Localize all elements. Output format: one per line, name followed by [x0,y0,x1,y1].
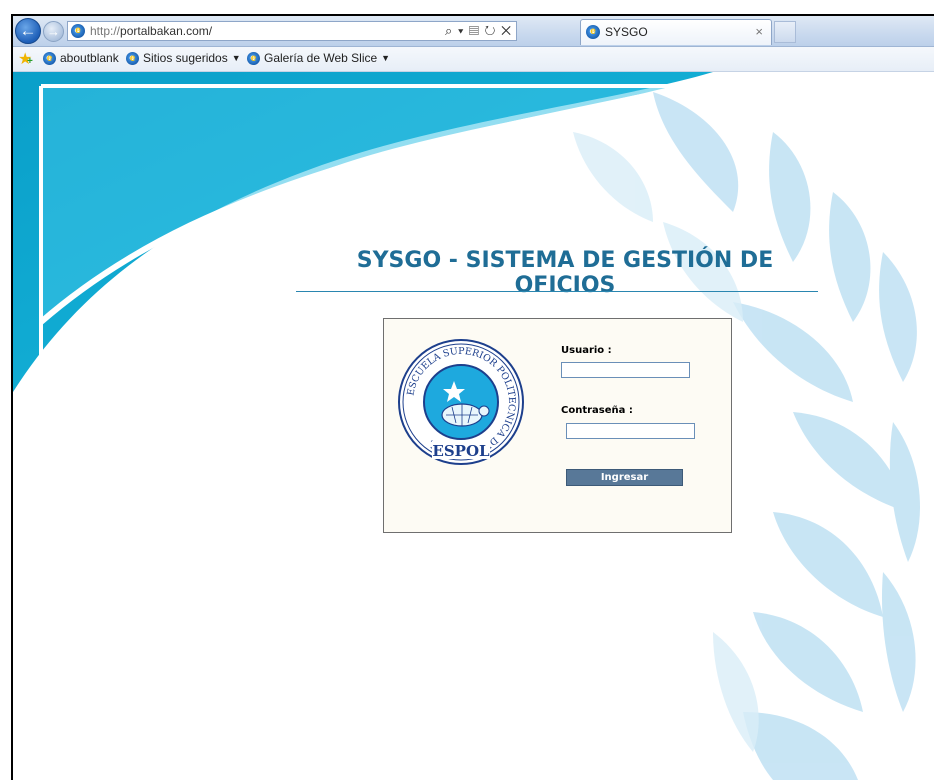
tab-sysgo[interactable]: e SYSGO × [580,19,772,45]
ie-icon: e [71,24,85,38]
username-label: Usuario : [561,345,612,356]
ie-icon: e [43,51,56,65]
username-input[interactable] [561,362,690,378]
ie-icon: e [586,25,600,39]
chevron-down-icon: ▼ [381,53,391,63]
favorite-sitios-sugeridos[interactable]: e Sitios sugeridos ▼ [126,51,241,65]
ie-icon: e [126,51,139,65]
add-favorite-icon: + [27,56,33,67]
ie-icon: e [247,51,260,65]
tab-title: SYSGO [605,25,648,39]
url-text[interactable]: http://portalbakan.com/ [90,24,212,38]
login-button[interactable]: Ingresar [566,469,683,486]
page-content: SYSGO - SISTEMA DE GESTIÓN DE OFICIOS ES… [13,72,934,780]
favorite-aboutblank[interactable]: e aboutblank [43,51,119,65]
address-bar[interactable]: e http://portalbakan.com/ ⌕ ▾ ▤ ↻ ✕ [67,21,517,41]
seal-name: ESPOL [432,442,490,460]
password-input[interactable] [566,423,695,439]
address-tools-icons[interactable]: ⌕ ▾ ▤ ↻ ✕ [445,23,512,39]
new-tab-button[interactable] [774,21,796,43]
favorite-galeria-web-slice[interactable]: e Galería de Web Slice ▼ [247,51,390,65]
close-tab-icon[interactable]: × [755,24,763,39]
title-divider [296,291,818,292]
login-panel: ESCUELA SUPERIOR POLITECNICA DEL LITORAL… [383,318,732,533]
browser-navbar: ← → e http://portalbakan.com/ ⌕ ▾ ▤ ↻ ✕ … [13,16,934,47]
back-button[interactable]: ← [15,18,41,44]
favorites-bar: ★ + e aboutblank e Sitios sugeridos ▼ e … [13,47,934,72]
password-label: Contraseña : [561,405,633,416]
espol-seal-icon: ESCUELA SUPERIOR POLITECNICA DEL LITORAL… [398,339,524,465]
chevron-down-icon: ▼ [231,53,241,63]
forward-button[interactable]: → [43,21,64,42]
